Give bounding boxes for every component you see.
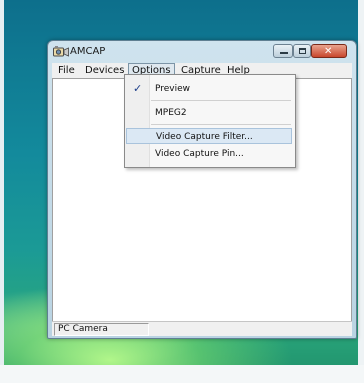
window-title: AMCAP: [70, 46, 106, 57]
menu-item-label: Video Capture Pin...: [155, 149, 244, 159]
menu-devices[interactable]: Devices: [82, 64, 127, 77]
menu-item-label: MPEG2: [155, 108, 187, 118]
menu-file[interactable]: File: [55, 64, 78, 77]
menu-item-mpeg2[interactable]: MPEG2: [126, 105, 292, 121]
menu-separator: [151, 100, 291, 101]
minimize-button[interactable]: [273, 44, 293, 58]
camera-icon: [53, 46, 69, 57]
menu-item-video-capture-pin[interactable]: Video Capture Pin...: [126, 146, 292, 162]
menu-item-video-capture-filter[interactable]: Video Capture Filter...: [126, 128, 292, 144]
screen-border-bottom: [0, 365, 364, 383]
minimize-icon: [280, 52, 288, 54]
options-dropdown-menu: ✓ Preview MPEG2 Video Capture Filter... …: [124, 74, 296, 168]
menu-item-label: Video Capture Filter...: [156, 132, 253, 142]
close-icon: ✕: [324, 46, 333, 57]
check-icon: ✓: [133, 82, 143, 95]
screen-border-left: [0, 0, 4, 383]
title-bar[interactable]: AMCAP ✕: [48, 41, 356, 63]
status-bar: PC Camera: [52, 321, 352, 336]
maximize-icon: [299, 48, 306, 54]
menu-separator: [151, 124, 291, 125]
screen-border-right: [358, 0, 364, 383]
status-device-name: PC Camera: [54, 323, 149, 336]
close-button[interactable]: ✕: [311, 44, 347, 58]
menu-item-label: Preview: [155, 84, 191, 94]
menu-item-preview[interactable]: ✓ Preview: [126, 81, 292, 97]
maximize-button[interactable]: [293, 44, 311, 58]
